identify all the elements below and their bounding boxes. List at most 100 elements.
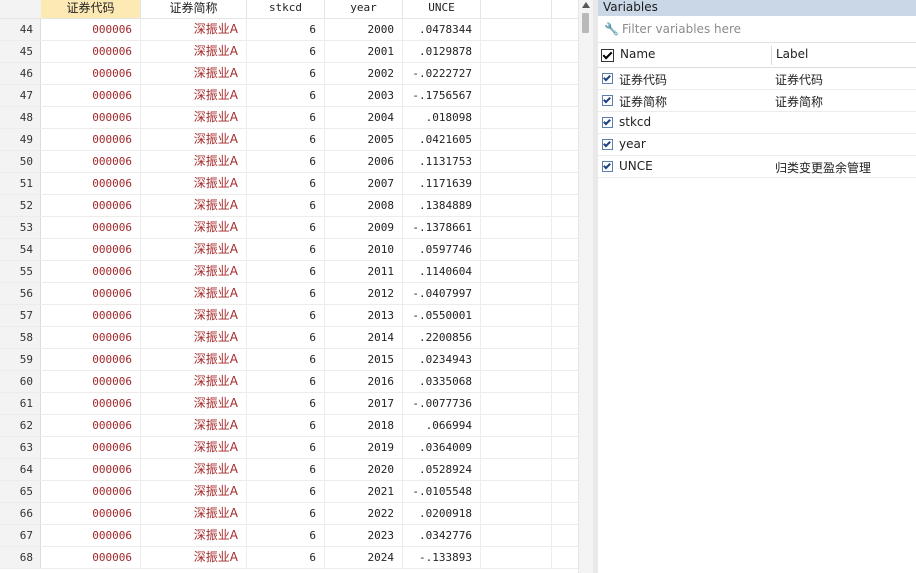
cell-security-name[interactable]: 深振业A (141, 107, 247, 128)
cell-unce[interactable]: -.0550001 (403, 305, 481, 326)
cell-security-code[interactable]: 000006 (41, 261, 141, 282)
cell-security-code[interactable]: 000006 (41, 547, 141, 568)
cell-unce[interactable]: -.0407997 (403, 283, 481, 304)
cell-unce[interactable]: .1384889 (403, 195, 481, 216)
cell-year[interactable]: 2011 (325, 261, 403, 282)
select-all-checkbox[interactable] (601, 49, 614, 62)
row-number[interactable]: 52 (0, 195, 41, 216)
cell-security-code[interactable]: 000006 (41, 85, 141, 106)
cell-unce[interactable]: .0234943 (403, 349, 481, 370)
cell-security-code[interactable]: 000006 (41, 107, 141, 128)
cell-security-code[interactable]: 000006 (41, 349, 141, 370)
cell-security-name[interactable]: 深振业A (141, 63, 247, 84)
cell-unce[interactable]: -.1378661 (403, 217, 481, 238)
cell-security-code[interactable]: 000006 (41, 459, 141, 480)
cell-unce[interactable]: .0200918 (403, 503, 481, 524)
row-number[interactable]: 63 (0, 437, 41, 458)
row-number[interactable]: 50 (0, 151, 41, 172)
cell-security-code[interactable]: 000006 (41, 19, 141, 40)
row-number[interactable]: 48 (0, 107, 41, 128)
cell-security-name[interactable]: 深振业A (141, 305, 247, 326)
cell-security-code[interactable]: 000006 (41, 305, 141, 326)
row-number[interactable]: 68 (0, 547, 41, 568)
cell-unce[interactable]: .0335068 (403, 371, 481, 392)
row-number[interactable]: 64 (0, 459, 41, 480)
cell-year[interactable]: 2024 (325, 547, 403, 568)
cell-unce[interactable]: .066994 (403, 415, 481, 436)
cell-stkcd[interactable]: 6 (247, 129, 325, 150)
cell-year[interactable]: 2009 (325, 217, 403, 238)
cell-stkcd[interactable]: 6 (247, 283, 325, 304)
cell-security-name[interactable]: 深振业A (141, 481, 247, 502)
cell-stkcd[interactable]: 6 (247, 371, 325, 392)
cell-security-code[interactable]: 000006 (41, 393, 141, 414)
table-row[interactable]: 64 000006 深振业A 6 2020.0528924 (0, 459, 578, 481)
cell-unce[interactable]: .0364009 (403, 437, 481, 458)
table-row[interactable]: 60 000006 深振业A 6 2016.0335068 (0, 371, 578, 393)
cell-year[interactable]: 2016 (325, 371, 403, 392)
cell-stkcd[interactable]: 6 (247, 239, 325, 260)
cell-stkcd[interactable]: 6 (247, 459, 325, 480)
cell-year[interactable]: 2000 (325, 19, 403, 40)
cell-security-name[interactable]: 深振业A (141, 503, 247, 524)
cell-unce[interactable]: -.0077736 (403, 393, 481, 414)
cell-year[interactable]: 2019 (325, 437, 403, 458)
column-header-stkcd[interactable]: stkcd (247, 0, 325, 18)
cell-unce[interactable]: .0129878 (403, 41, 481, 62)
table-row[interactable]: 67 000006 深振业A 6 2023.0342776 (0, 525, 578, 547)
cell-unce[interactable]: -.0222727 (403, 63, 481, 84)
cell-year[interactable]: 2007 (325, 173, 403, 194)
column-header-unce[interactable]: UNCE (403, 0, 481, 18)
wrench-icon[interactable]: 🔧 (604, 22, 619, 36)
cell-unce[interactable]: .0528924 (403, 459, 481, 480)
grid-vertical-scrollbar[interactable] (578, 0, 593, 573)
cell-stkcd[interactable]: 6 (247, 349, 325, 370)
table-row[interactable]: 48 000006 深振业A 6 2004.018098 (0, 107, 578, 129)
cell-stkcd[interactable]: 6 (247, 393, 325, 414)
table-row[interactable]: 53 000006 深振业A 6 2009 -.1378661 (0, 217, 578, 239)
variables-label-header[interactable]: Label (776, 47, 808, 61)
variable-row[interactable]: UNCE 归类变更盈余管理 (598, 156, 916, 178)
cell-year[interactable]: 2008 (325, 195, 403, 216)
table-row[interactable]: 47 000006 深振业A 6 2003 -.1756567 (0, 85, 578, 107)
scrollbar-thumb[interactable] (582, 13, 589, 33)
row-number[interactable]: 67 (0, 525, 41, 546)
cell-year[interactable]: 2010 (325, 239, 403, 260)
cell-year[interactable]: 2002 (325, 63, 403, 84)
table-row[interactable]: 58 000006 深振业A 6 2014.2200856 (0, 327, 578, 349)
cell-stkcd[interactable]: 6 (247, 261, 325, 282)
cell-unce[interactable]: .0342776 (403, 525, 481, 546)
table-row[interactable]: 55 000006 深振业A 6 2011.1140604 (0, 261, 578, 283)
cell-security-code[interactable]: 000006 (41, 525, 141, 546)
cell-security-code[interactable]: 000006 (41, 327, 141, 348)
cell-year[interactable]: 2013 (325, 305, 403, 326)
variable-checkbox[interactable] (602, 117, 613, 128)
cell-security-code[interactable]: 000006 (41, 503, 141, 524)
cell-year[interactable]: 2004 (325, 107, 403, 128)
data-grid[interactable]: 证券代码 证券简称 stkcd year UNCE 44 000006 深振业A 6 2… (0, 0, 578, 573)
row-number[interactable]: 44 (0, 19, 41, 40)
cell-stkcd[interactable]: 6 (247, 525, 325, 546)
column-header-year[interactable]: year (325, 0, 403, 18)
cell-security-name[interactable]: 深振业A (141, 239, 247, 260)
cell-security-name[interactable]: 深振业A (141, 437, 247, 458)
table-row[interactable]: 54 000006 深振业A 6 2010.0597746 (0, 239, 578, 261)
cell-unce[interactable]: -.133893 (403, 547, 481, 568)
cell-unce[interactable]: .1131753 (403, 151, 481, 172)
cell-security-name[interactable]: 深振业A (141, 129, 247, 150)
cell-year[interactable]: 2021 (325, 481, 403, 502)
cell-security-name[interactable]: 深振业A (141, 349, 247, 370)
row-number[interactable]: 46 (0, 63, 41, 84)
table-row[interactable]: 59 000006 深振业A 6 2015.0234943 (0, 349, 578, 371)
cell-security-code[interactable]: 000006 (41, 63, 141, 84)
cell-unce[interactable]: .0478344 (403, 19, 481, 40)
table-row[interactable]: 45 000006 深振业A 6 2001.0129878 (0, 41, 578, 63)
table-row[interactable]: 49 000006 深振业A 6 2005.0421605 (0, 129, 578, 151)
cell-stkcd[interactable]: 6 (247, 217, 325, 238)
table-row[interactable]: 51 000006 深振业A 6 2007.1171639 (0, 173, 578, 195)
variable-checkbox[interactable] (602, 95, 613, 106)
row-number[interactable]: 65 (0, 481, 41, 502)
cell-unce[interactable]: .018098 (403, 107, 481, 128)
variable-row[interactable]: stkcd (598, 112, 916, 134)
cell-security-name[interactable]: 深振业A (141, 151, 247, 172)
